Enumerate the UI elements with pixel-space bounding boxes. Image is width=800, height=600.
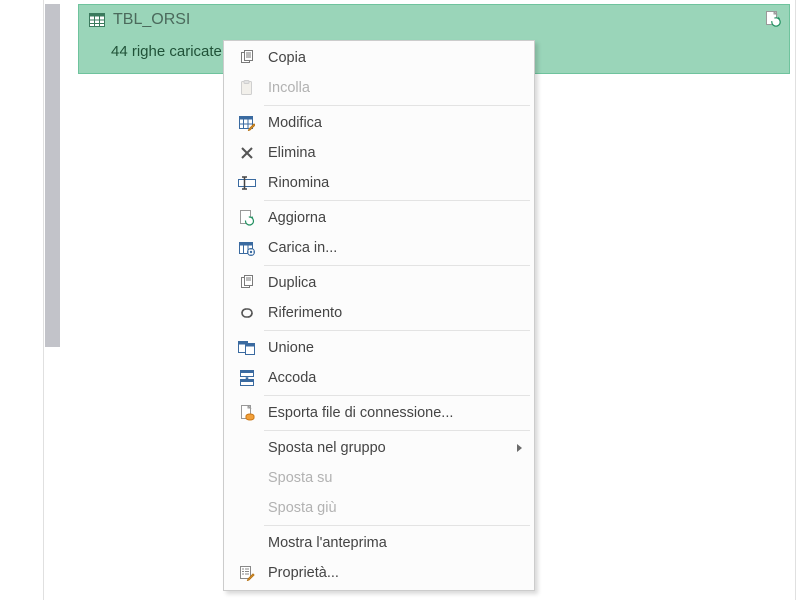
reference-icon	[230, 298, 264, 328]
menu-label: Riferimento	[264, 305, 522, 321]
menu-edit[interactable]: Modifica	[224, 108, 534, 138]
blank-icon	[230, 528, 264, 558]
menu-copy[interactable]: Copia	[224, 43, 534, 73]
menu-label: Sposta giù	[264, 500, 522, 516]
menu-load-to[interactable]: Carica in...	[224, 233, 534, 263]
blank-icon	[230, 463, 264, 493]
menu-label: Esporta file di connessione...	[264, 405, 522, 421]
duplicate-icon	[230, 268, 264, 298]
menu-label: Proprietà...	[264, 565, 522, 581]
menu-separator	[264, 200, 530, 201]
rename-icon	[230, 168, 264, 198]
menu-export-connection[interactable]: Esporta file di connessione...	[224, 398, 534, 428]
scrollbar-thumb[interactable]	[45, 4, 60, 347]
merge-icon	[230, 333, 264, 363]
menu-separator	[264, 265, 530, 266]
menu-label: Carica in...	[264, 240, 522, 256]
paste-icon	[230, 73, 264, 103]
menu-label: Copia	[264, 50, 522, 66]
menu-label: Rinomina	[264, 175, 522, 191]
blank-icon	[230, 433, 264, 463]
menu-paste: Incolla	[224, 73, 534, 103]
menu-show-preview[interactable]: Mostra l'anteprima	[224, 528, 534, 558]
menu-label: Duplica	[264, 275, 522, 291]
menu-label: Aggiorna	[264, 210, 522, 226]
copy-icon	[230, 43, 264, 73]
menu-properties[interactable]: Proprietà...	[224, 558, 534, 588]
query-title: TBL_ORSI	[113, 11, 190, 29]
append-icon	[230, 363, 264, 393]
menu-separator	[264, 430, 530, 431]
refresh-icon	[230, 203, 264, 233]
menu-separator	[264, 105, 530, 106]
menu-label: Unione	[264, 340, 522, 356]
context-menu: Copia Incolla Modifica	[223, 40, 535, 591]
export-connection-icon	[230, 398, 264, 428]
menu-rename[interactable]: Rinomina	[224, 168, 534, 198]
menu-label: Incolla	[264, 80, 522, 96]
menu-separator	[264, 330, 530, 331]
blank-icon	[230, 493, 264, 523]
menu-label: Sposta su	[264, 470, 522, 486]
table-icon	[89, 13, 105, 27]
menu-move-down: Sposta giù	[224, 493, 534, 523]
edit-table-icon	[230, 108, 264, 138]
menu-label: Sposta nel gruppo	[264, 440, 517, 456]
menu-duplicate[interactable]: Duplica	[224, 268, 534, 298]
menu-separator	[264, 395, 530, 396]
menu-merge[interactable]: Unione	[224, 333, 534, 363]
properties-icon	[230, 558, 264, 588]
submenu-arrow-icon	[517, 444, 522, 452]
menu-label: Mostra l'anteprima	[264, 535, 522, 551]
menu-reference[interactable]: Riferimento	[224, 298, 534, 328]
menu-label: Elimina	[264, 145, 522, 161]
delete-icon	[230, 138, 264, 168]
menu-label: Accoda	[264, 370, 522, 386]
refresh-page-icon[interactable]	[765, 11, 781, 27]
menu-move-up: Sposta su	[224, 463, 534, 493]
menu-label: Modifica	[264, 115, 522, 131]
menu-refresh[interactable]: Aggiorna	[224, 203, 534, 233]
query-header: TBL_ORSI	[79, 5, 789, 35]
menu-append[interactable]: Accoda	[224, 363, 534, 393]
menu-delete[interactable]: Elimina	[224, 138, 534, 168]
menu-separator	[264, 525, 530, 526]
menu-move-to-group[interactable]: Sposta nel gruppo	[224, 433, 534, 463]
load-to-icon	[230, 233, 264, 263]
